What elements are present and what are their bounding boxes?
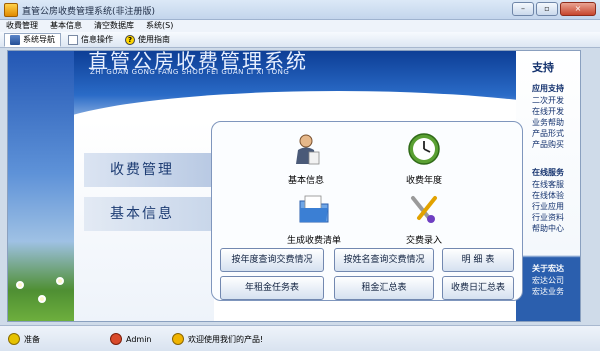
flower-decoration [16, 281, 24, 289]
sidebar-link[interactable]: 在线开发 [516, 106, 580, 117]
main-canvas: 直管公房收费管理系统 ZHI GUAN GONG FANG SHOU FEI G… [7, 50, 581, 322]
help-icon: ? [125, 34, 135, 45]
sidebar-section-head: 关于宏达 [532, 264, 564, 273]
sidebar-link[interactable]: 行业应用 [516, 201, 580, 212]
query-by-name-button[interactable]: 按姓名查询交费情况 [334, 248, 434, 272]
flower-decoration [56, 277, 64, 285]
sidebar-link[interactable]: 业务帮助 [516, 117, 580, 128]
annual-rent-task-button[interactable]: 年租金任务表 [220, 276, 324, 300]
sidebar-section-head: 在线服务 [532, 168, 564, 177]
toolbar-user-guide[interactable]: ? 使用指南 [120, 33, 175, 47]
nav-fee-management[interactable]: 收费管理 [84, 153, 214, 187]
window-title: 直管公房收费管理系统(非注册版) [22, 7, 156, 17]
toolbar: 系统导航 信息操作 ? 使用指南 [0, 32, 600, 48]
sidebar-section-online-service: 在线服务 在线客服 在线体验 行业应用 行业资料 帮助中心 [516, 167, 580, 234]
app-icon [4, 3, 18, 17]
sidebar-link[interactable]: 宏达业务 [516, 286, 580, 297]
menu-bar: 收費管理 基本信息 清空数据库 系统(S) [0, 20, 600, 32]
sidebar-link[interactable]: 产品形式 [516, 128, 580, 139]
menu-system[interactable]: 系统(S) [140, 20, 179, 32]
welcome-icon [172, 333, 184, 345]
sidebar-top-title: 支持 [532, 61, 554, 74]
status-ready-icon [8, 333, 20, 345]
sidebar-link[interactable]: 产品购买 [516, 139, 580, 150]
nav-icon [10, 34, 20, 45]
status-bar: 准备 Admin 欢迎使用我们的产品! [0, 325, 600, 351]
status-user: Admin [110, 333, 152, 345]
toolbar-label: 系统导航 [23, 35, 55, 44]
title-bar: 直管公房收费管理系统(非注册版) – ▫ × [0, 0, 600, 20]
tile-fee-entry[interactable]: 交费录入 [384, 192, 464, 252]
function-panel: 基本信息 收费年度 生成收费清单 交费录入 按年度查询交费情况 按姓名查询交费情… [211, 121, 523, 301]
toolbar-info-ops[interactable]: 信息操作 [63, 33, 118, 47]
maximize-button[interactable]: ▫ [536, 2, 558, 16]
tile-label: 生成收费清单 [286, 236, 341, 246]
sidebar-link[interactable]: 在线体验 [516, 190, 580, 201]
folder-icon [299, 195, 329, 223]
sidebar-section-about: 关于宏达 宏达公司 宏达业务 [516, 263, 580, 297]
banner-pinyin: ZHI GUAN GONG FANG SHOU FEI GUAN LI XI T… [90, 68, 290, 76]
menu-basic-info[interactable]: 基本信息 [44, 20, 88, 32]
left-decoration [8, 51, 74, 321]
toolbar-system-nav[interactable]: 系统导航 [4, 32, 61, 47]
tile-label: 交费录入 [405, 236, 442, 246]
tools-icon [411, 196, 437, 223]
toolbar-label: 信息操作 [81, 35, 113, 44]
tile-basic-info[interactable]: 基本信息 [266, 132, 346, 192]
sidebar-link[interactable]: 行业资料 [516, 212, 580, 223]
sidebar-section-app-support: 应用支持 二次开发 在线开发 业务帮助 产品形式 产品购买 [516, 83, 580, 150]
query-by-year-button[interactable]: 按年度查询交费情况 [220, 248, 324, 272]
tile-label: 收费年度 [405, 176, 442, 186]
tile-fee-year[interactable]: 收费年度 [384, 132, 464, 192]
status-welcome-text: 欢迎使用我们的产品! [188, 334, 264, 344]
toolbar-label: 使用指南 [138, 35, 170, 44]
sidebar-link[interactable]: 二次开发 [516, 95, 580, 106]
flower-decoration [38, 295, 46, 303]
menu-fee-management[interactable]: 收費管理 [0, 20, 44, 32]
window-controls: – ▫ × [512, 2, 596, 16]
rent-summary-button[interactable]: 租金汇总表 [334, 276, 434, 300]
detail-report-button[interactable]: 明 细 表 [442, 248, 514, 272]
status-ready: 准备 [8, 333, 40, 345]
daily-summary-button[interactable]: 收费日汇总表 [442, 276, 514, 300]
status-welcome: 欢迎使用我们的产品! [172, 333, 263, 345]
tile-label: 基本信息 [287, 176, 324, 186]
document-icon [68, 34, 78, 45]
tile-generate-list[interactable]: 生成收费清单 [274, 192, 354, 252]
minimize-button[interactable]: – [512, 2, 534, 16]
sidebar-link[interactable]: 帮助中心 [516, 223, 580, 234]
sidebar-link[interactable]: 宏达公司 [516, 275, 580, 286]
sidebar-section-head: 应用支持 [532, 84, 564, 93]
status-ready-text: 准备 [24, 334, 40, 344]
support-sidebar: 支持 应用支持 二次开发 在线开发 业务帮助 产品形式 产品购买 在线服务 在线… [516, 51, 580, 321]
nav-basic-info[interactable]: 基本信息 [84, 197, 214, 231]
sidebar-link[interactable]: 在线客服 [516, 179, 580, 190]
close-button[interactable]: × [560, 2, 596, 16]
person-icon [296, 134, 320, 165]
menu-clear-database[interactable]: 清空数据库 [88, 20, 140, 32]
status-user-text: Admin [126, 334, 152, 344]
user-icon [110, 333, 122, 345]
nav-panel: 收费管理 基本信息 [74, 121, 214, 321]
clock-icon [408, 133, 440, 165]
